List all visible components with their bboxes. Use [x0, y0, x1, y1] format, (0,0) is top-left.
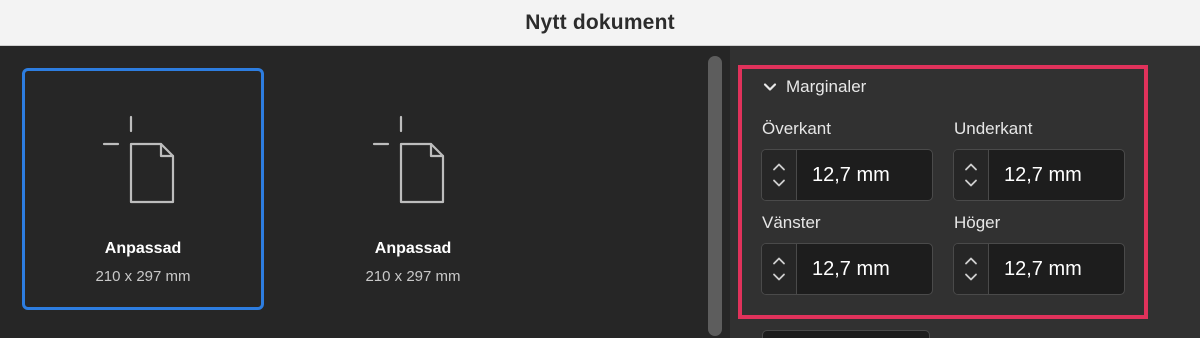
preset-size: 210 x 297 mm	[365, 268, 461, 285]
preset-name: Anpassad	[104, 240, 182, 257]
blank-document-icon	[372, 115, 445, 204]
preset-gallery: Anpassad 210 x 297 mm Anpassad 210 x 297…	[0, 46, 700, 338]
preset-card-1[interactable]: Anpassad 210 x 297 mm	[22, 68, 264, 310]
new-document-dialog: Nytt dokument Anpassad 210 x 297 mm Anpa…	[0, 0, 1200, 338]
preset-size: 210 x 297 mm	[95, 268, 191, 285]
next-field-partial[interactable]	[762, 330, 930, 338]
preset-card-2[interactable]: Anpassad 210 x 297 mm	[292, 68, 534, 310]
blank-document-icon	[102, 115, 175, 204]
margins-highlight-frame	[738, 65, 1148, 319]
scrollbar-thumb[interactable]	[708, 56, 722, 336]
scrollbar[interactable]	[700, 46, 730, 338]
title-bar: Nytt dokument	[0, 0, 1200, 46]
dialog-title: Nytt dokument	[525, 10, 675, 34]
preset-name: Anpassad	[374, 240, 452, 257]
